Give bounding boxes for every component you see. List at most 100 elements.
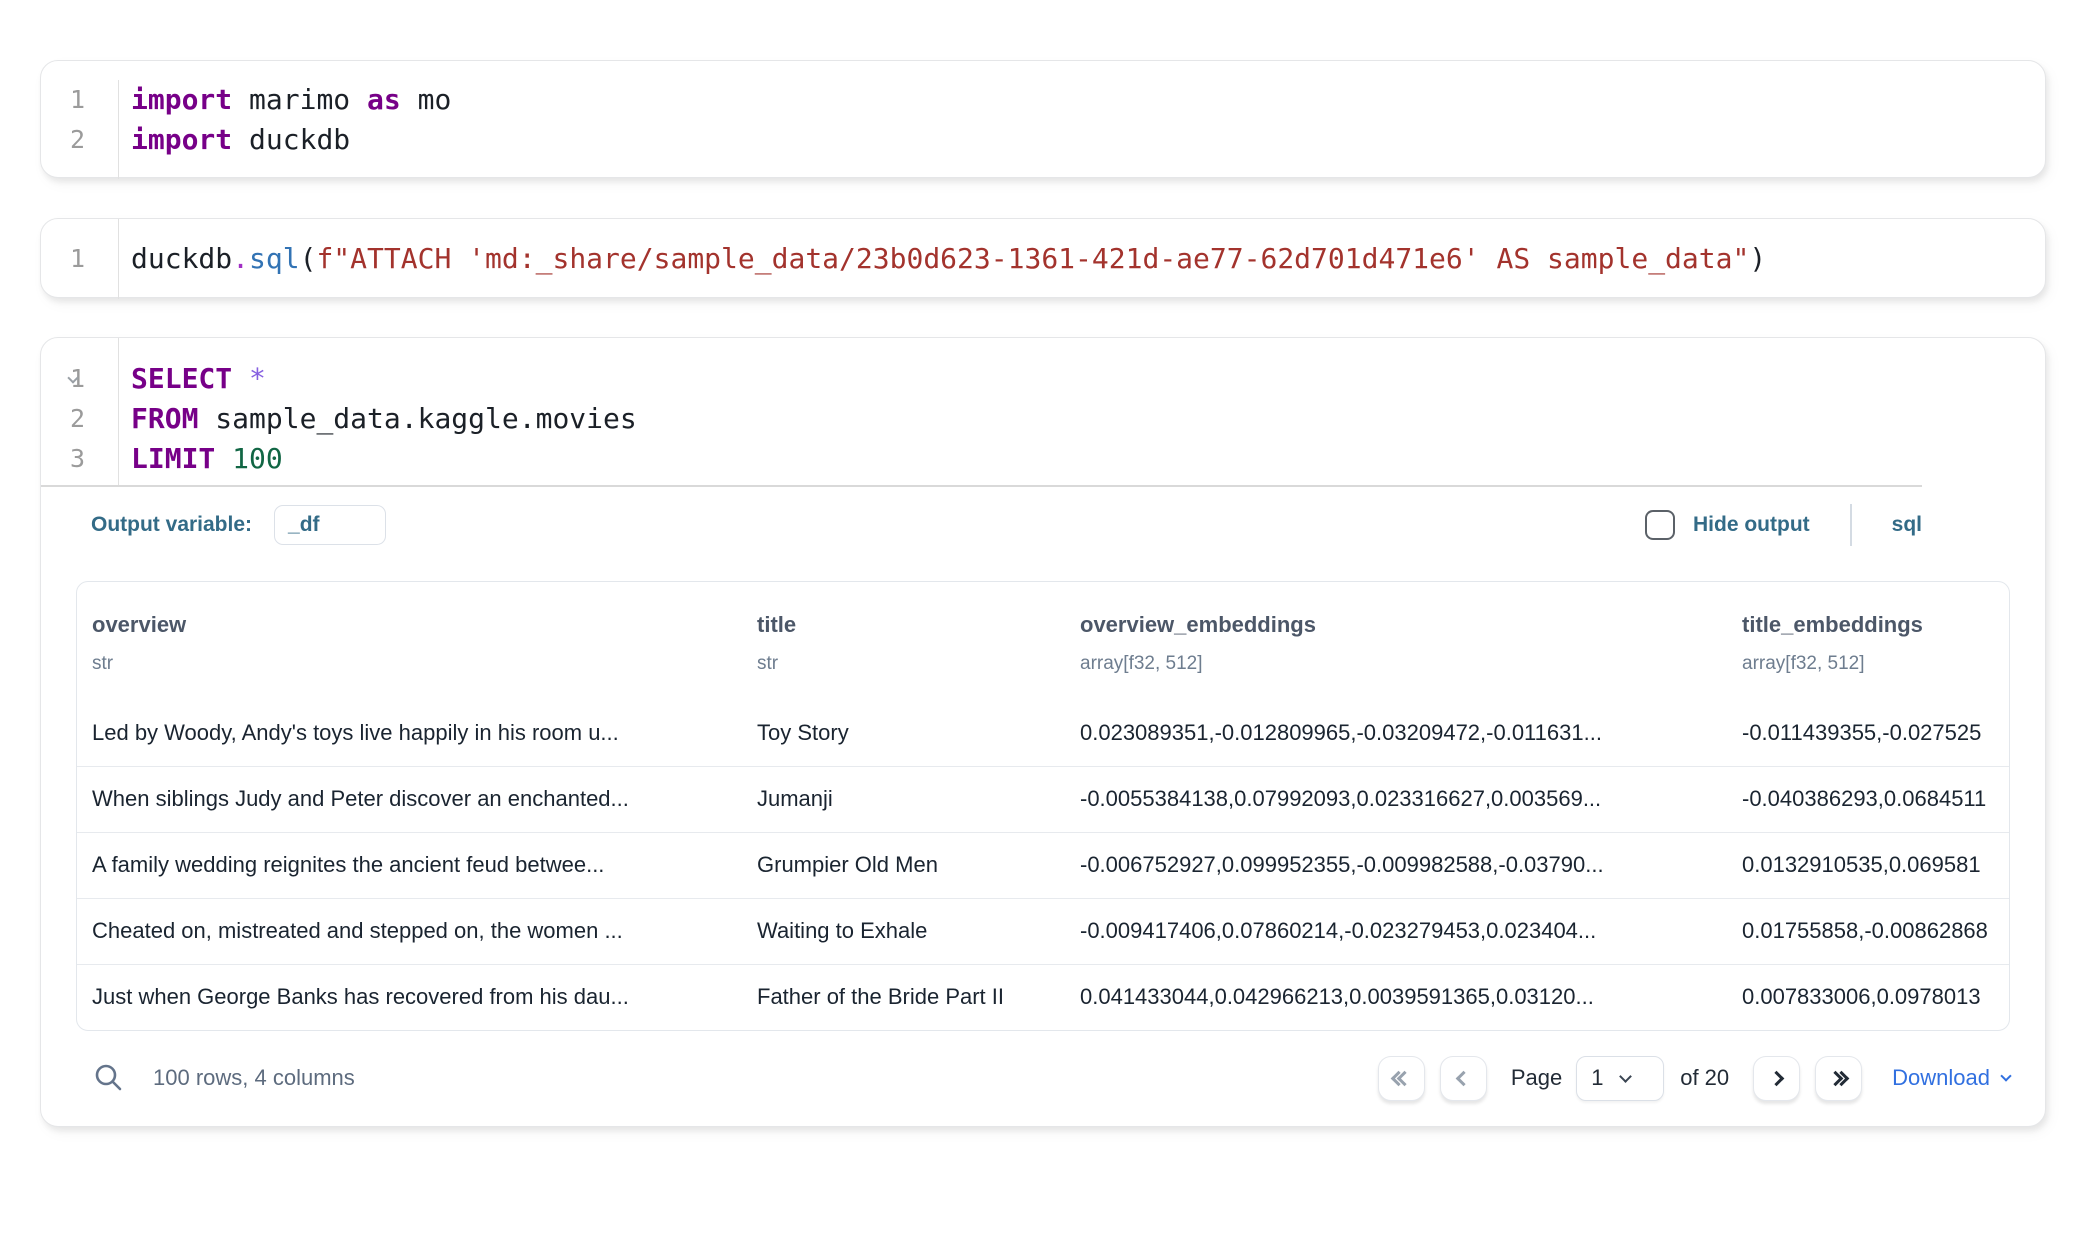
chevron-left-icon bbox=[1456, 1070, 1472, 1086]
page-count-label: of 20 bbox=[1680, 1065, 1729, 1091]
line-number: 2 bbox=[41, 399, 85, 439]
column-header-title-embeddings[interactable]: title_embeddings array[f32, 512] bbox=[1742, 612, 2009, 700]
chevron-down-icon bbox=[2000, 1070, 2011, 1081]
cell-overview: A family wedding reignites the ancient f… bbox=[77, 852, 757, 878]
code-area[interactable]: duckdb.sql(f"ATTACH 'md:_share/sample_da… bbox=[119, 219, 2045, 299]
keyword-token: as bbox=[367, 83, 401, 116]
previous-page-button[interactable] bbox=[1440, 1056, 1487, 1101]
code-line: SELECT * bbox=[131, 359, 2045, 399]
search-icon[interactable] bbox=[93, 1062, 125, 1094]
table-row: When siblings Judy and Peter discover an… bbox=[77, 766, 2009, 832]
cell-overview: Just when George Banks has recovered fro… bbox=[77, 984, 757, 1010]
download-button[interactable]: Download bbox=[1892, 1065, 2010, 1091]
first-page-button[interactable] bbox=[1378, 1056, 1425, 1101]
code-area[interactable]: SELECT * FROM sample_data.kaggle.movies … bbox=[119, 338, 2045, 485]
cell-overview: Led by Woody, Andy's toys live happily i… bbox=[77, 720, 757, 746]
table-row: Just when George Banks has recovered fro… bbox=[77, 964, 2009, 1030]
cell-overview: When siblings Judy and Peter discover an… bbox=[77, 786, 757, 812]
code-token: duckdb bbox=[131, 242, 232, 275]
output-variable-label: Output variable: bbox=[91, 513, 252, 537]
last-page-button[interactable] bbox=[1815, 1056, 1862, 1101]
cell-overview-embeddings: -0.009417406,0.07860214,-0.023279453,0.0… bbox=[1080, 918, 1742, 944]
code-editor[interactable]: 1 2 import marimo as mo import duckdb bbox=[41, 61, 2045, 198]
language-badge: sql bbox=[1892, 513, 1922, 537]
editor-output-divider bbox=[41, 485, 1922, 487]
pagination: Page 1 of 20 Download bbox=[1378, 1056, 2010, 1101]
page-select-value: 1 bbox=[1591, 1065, 1603, 1091]
cell-title: Waiting to Exhale bbox=[757, 918, 1080, 944]
code-token: sample_data.kaggle.movies bbox=[198, 402, 636, 435]
line-number: 1 bbox=[41, 359, 85, 399]
line-number: 1 bbox=[41, 239, 85, 279]
double-chevron-left-icon bbox=[1393, 1073, 1410, 1084]
keyword-token: FROM bbox=[131, 402, 198, 435]
keyword-token: import bbox=[131, 123, 232, 156]
code-line: duckdb.sql(f"ATTACH 'md:_share/sample_da… bbox=[131, 239, 2045, 279]
hide-output-checkbox[interactable] bbox=[1645, 510, 1675, 540]
code-cell-attach: 1 duckdb.sql(f"ATTACH 'md:_share/sample_… bbox=[40, 218, 2046, 298]
code-line: LIMIT 100 bbox=[131, 439, 2045, 479]
operator-token: * bbox=[249, 362, 266, 395]
code-line: import duckdb bbox=[131, 120, 2045, 160]
results-table: overview str title str overview_embeddin… bbox=[76, 581, 2010, 1031]
cell-overview: Cheated on, mistreated and stepped on, t… bbox=[77, 918, 757, 944]
cell-title-embeddings: -0.040386293,0.0684511 bbox=[1742, 786, 2009, 812]
cell-title-embeddings: -0.011439355,-0.027525 bbox=[1742, 720, 2009, 746]
cell-title-embeddings: 0.007833006,0.0978013 bbox=[1742, 984, 2009, 1010]
line-number: 1 bbox=[41, 80, 85, 120]
code-token: marimo bbox=[232, 83, 367, 116]
line-number: 2 bbox=[41, 120, 85, 160]
code-cell-imports: 1 2 import marimo as mo import duckdb bbox=[40, 60, 2046, 178]
chevron-right-icon bbox=[1769, 1070, 1785, 1086]
keyword-token: import bbox=[131, 83, 232, 116]
code-line: FROM sample_data.kaggle.movies bbox=[131, 399, 2045, 439]
cell-overview-embeddings: -0.0055384138,0.07992093,0.023316627,0.0… bbox=[1080, 786, 1742, 812]
code-token: mo bbox=[401, 83, 452, 116]
line-number-gutter: 1 2 3 bbox=[41, 338, 119, 485]
cell-overview-embeddings: 0.023089351,-0.012809965,-0.03209472,-0.… bbox=[1080, 720, 1742, 746]
table-row: A family wedding reignites the ancient f… bbox=[77, 832, 2009, 898]
column-type: array[f32, 512] bbox=[1742, 653, 2009, 675]
table-summary-group: 100 rows, 4 columns bbox=[76, 1062, 355, 1094]
cell-title-embeddings: 0.01755858,-0.00862868 bbox=[1742, 918, 2009, 944]
output-variable-input[interactable]: _df bbox=[274, 505, 386, 545]
page-select[interactable]: 1 bbox=[1576, 1056, 1664, 1101]
cell-title: Grumpier Old Men bbox=[757, 852, 1080, 878]
column-type: array[f32, 512] bbox=[1080, 653, 1742, 675]
cell-title: Jumanji bbox=[757, 786, 1080, 812]
table-row: Cheated on, mistreated and stepped on, t… bbox=[77, 898, 2009, 964]
line-number-gutter: 1 bbox=[41, 219, 119, 299]
table-footer: 100 rows, 4 columns Page 1 of 20 Downloa… bbox=[76, 1031, 2010, 1126]
hide-output-label[interactable]: Hide output bbox=[1693, 513, 1810, 537]
column-header-title[interactable]: title str bbox=[757, 612, 1080, 700]
next-page-button[interactable] bbox=[1753, 1056, 1800, 1101]
sql-cell: 1 2 3 SELECT * FROM sample_data.kaggle.m… bbox=[40, 337, 2046, 1127]
code-editor[interactable]: 1 2 3 SELECT * FROM sample_data.kaggle.m… bbox=[41, 338, 2045, 485]
column-name: overview bbox=[92, 612, 757, 638]
sql-cell-controls: Output variable: _df Hide output sql bbox=[41, 503, 1922, 547]
column-name: overview_embeddings bbox=[1080, 612, 1742, 638]
code-token: duckdb bbox=[232, 123, 350, 156]
table-row: Led by Woody, Andy's toys live happily i… bbox=[77, 700, 2009, 766]
column-name: title_embeddings bbox=[1742, 612, 2009, 638]
column-type: str bbox=[757, 653, 1080, 675]
keyword-token: LIMIT bbox=[131, 442, 232, 475]
column-header-overview-embeddings[interactable]: overview_embeddings array[f32, 512] bbox=[1080, 612, 1742, 700]
output-options-group: Hide output sql bbox=[1645, 504, 1922, 546]
table-header-row: overview str title str overview_embeddin… bbox=[77, 582, 2009, 700]
double-chevron-right-icon bbox=[1830, 1073, 1847, 1084]
chevron-down-icon bbox=[1620, 1070, 1633, 1083]
output-variable-value: _df bbox=[288, 513, 320, 537]
keyword-token: SELECT bbox=[131, 362, 249, 395]
code-area[interactable]: import marimo as mo import duckdb bbox=[119, 80, 2045, 179]
page-label: Page bbox=[1511, 1065, 1562, 1091]
function-token: sql bbox=[249, 242, 300, 275]
code-line: import marimo as mo bbox=[131, 80, 2045, 120]
operator-token: . bbox=[232, 242, 249, 275]
column-name: title bbox=[757, 612, 1080, 638]
code-editor[interactable]: 1 duckdb.sql(f"ATTACH 'md:_share/sample_… bbox=[41, 219, 2045, 299]
column-header-overview[interactable]: overview str bbox=[77, 612, 757, 700]
download-label: Download bbox=[1892, 1065, 1990, 1091]
code-token: ( bbox=[300, 242, 317, 275]
divider bbox=[1850, 504, 1852, 546]
